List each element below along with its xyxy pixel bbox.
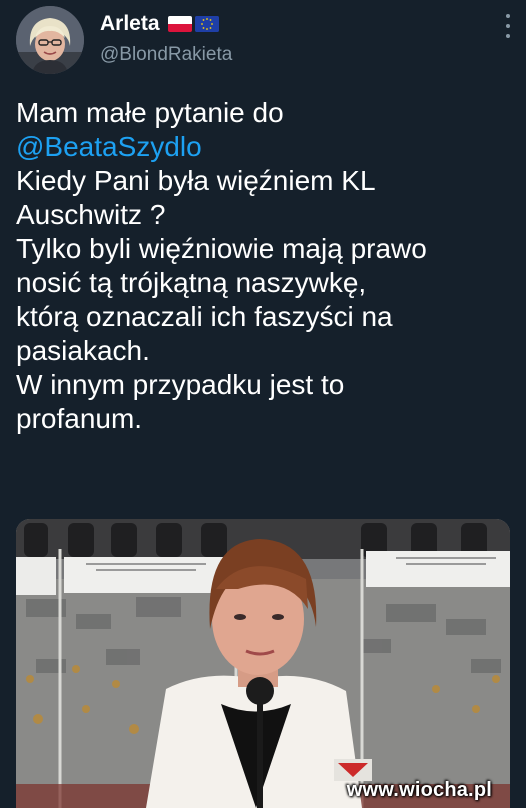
tweet-text-line: nosić tą trójkątną naszywkę, [16, 267, 367, 298]
tweet-text-line: którą oznaczali ich faszyści na [16, 301, 393, 332]
tweet-text-line: profanum. [16, 403, 143, 434]
tweet-text: Mam małe pytanie do @BeataSzydlo Kiedy P… [16, 96, 516, 436]
mention-link[interactable]: @BeataSzydlo [16, 130, 516, 164]
avatar-image [16, 6, 84, 74]
tweet-text-line: Tylko byli więźniowie mają prawo [16, 233, 427, 264]
more-vertical-icon[interactable] [504, 14, 512, 38]
tweet-text-line: W innym przypadku jest to [16, 369, 345, 400]
tweet-text-line: pasiakach. [16, 335, 150, 366]
watermark: www.wiocha.pl [346, 779, 492, 801]
eu-flag-icon [194, 16, 219, 32]
tweet-media-photo[interactable]: www.wiocha.pl [16, 519, 510, 808]
poland-flag-icon [167, 16, 192, 32]
tweet-text-line: Auschwitz ? [16, 199, 166, 230]
display-name[interactable]: Arleta [100, 12, 160, 36]
tweet-text-line: Mam małe pytanie do [16, 97, 284, 128]
photo-image [16, 519, 510, 808]
user-handle[interactable]: @BlondRakieta [100, 44, 232, 66]
tweet: Arleta @BlondRakieta Mam małe pytanie do… [0, 0, 526, 808]
avatar[interactable] [16, 6, 84, 74]
name-row: Arleta [100, 10, 232, 38]
tweet-text-line: Kiedy Pani była więźniem KL [16, 165, 376, 196]
tweet-header: Arleta @BlondRakieta [100, 10, 232, 66]
